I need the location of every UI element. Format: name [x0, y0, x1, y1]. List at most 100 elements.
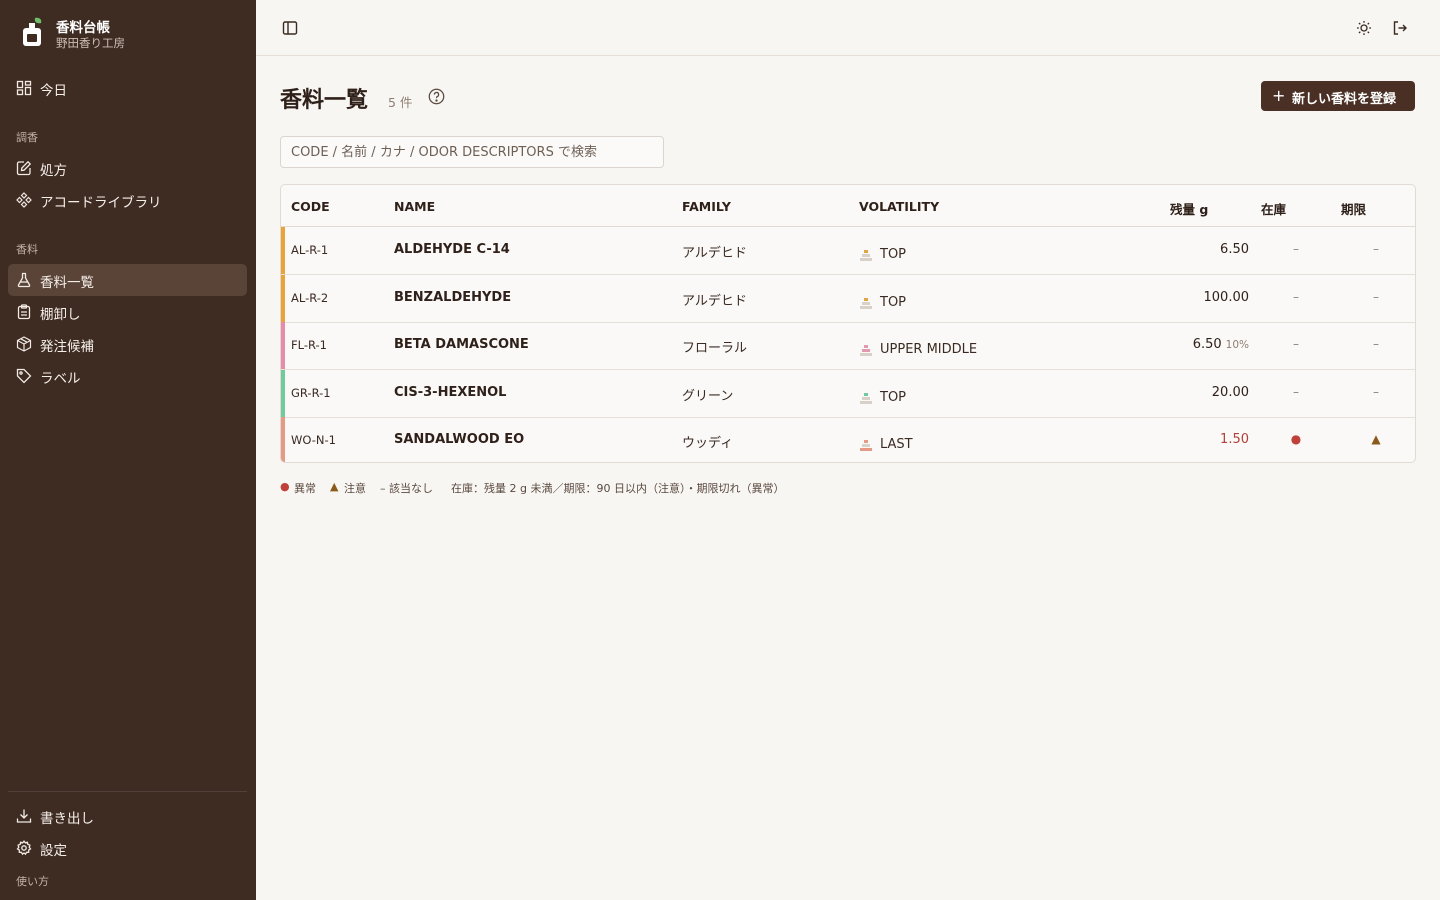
remaining-cell: 6.50 10% — [1193, 337, 1249, 352]
sidebar: 香料台帳 野田香り工房 今日 調香 処方 アコードライブラリ 香料 香料一覧 棚… — [0, 0, 256, 900]
stock-status-cell: – — [1293, 242, 1299, 256]
legend-caution: 注意 — [344, 482, 366, 495]
stock-status-cell: ● — [1290, 432, 1302, 446]
panel-toggle-icon — [282, 21, 298, 35]
logout-button[interactable] — [1386, 14, 1414, 42]
legend-description: 在庫：残量 2 g 未満／期限：90 日以内（注意）・期限切れ（異常） — [451, 482, 785, 495]
remaining-value: 100.00 — [1203, 289, 1250, 305]
brand-subtitle: 野田香り工房 — [56, 36, 125, 50]
family-color-stripe — [281, 274, 285, 322]
legend-none: – 該当なし — [380, 482, 433, 495]
volatility-pyramid-icon — [860, 440, 872, 451]
sidebar-item-export[interactable]: 書き出し — [8, 800, 247, 832]
family-cell: グリーン — [682, 388, 734, 404]
remaining-cell: 20.00 — [1212, 385, 1249, 400]
remaining-cell: 100.00 — [1204, 290, 1250, 305]
tag-icon — [16, 368, 32, 384]
name-cell[interactable]: BENZALDEHYDE — [394, 290, 511, 305]
sidebar-item-label: 香料一覧 — [40, 275, 94, 291]
stock-status-cell: – — [1293, 384, 1299, 399]
question-circle-icon[interactable] — [428, 88, 445, 105]
code-cell: FL-R-1 — [291, 338, 327, 352]
family-color-stripe — [281, 417, 285, 462]
remaining-value: 20.00 — [1211, 384, 1249, 400]
volatility-pyramid-icon — [860, 297, 872, 309]
remaining-value: 6.50 — [1192, 337, 1222, 352]
family-cell: アルデヒド — [682, 293, 747, 309]
column-header-expiry[interactable]: 期限 — [1341, 199, 1366, 218]
family-cell: フローラル — [682, 341, 748, 356]
family-cell: アルデヒド — [682, 246, 747, 261]
family-color-stripe — [281, 369, 285, 417]
stock-status-cell: – — [1293, 289, 1299, 304]
expiry-status-cell: – — [1373, 242, 1379, 256]
table-row[interactable]: FL-R-1 BETA DAMASCONE フローラル UPPER MIDDLE 6.5… — [281, 322, 1415, 370]
code-cell: GR-R-1 — [291, 385, 331, 400]
sidebar-item-label: 書き出し — [40, 811, 94, 827]
table-row[interactable]: AL-R-2 BENZALDEHYDE アルデヒド TOP 100.00 – – — [281, 274, 1415, 323]
column-header-name[interactable]: NAME — [394, 199, 435, 214]
grid-icon — [16, 80, 32, 96]
code-cell: WO-N-1 — [291, 433, 336, 447]
page-title: 香料一覧 — [280, 88, 369, 113]
name-cell[interactable]: ALDEHYDE C-14 — [394, 242, 510, 257]
sidebar-item-formula[interactable]: 処方 — [8, 152, 247, 184]
code-cell: AL-R-2 — [291, 290, 329, 305]
search-box — [280, 136, 664, 168]
expiry-status-cell: – — [1373, 337, 1379, 351]
new-perfume-button-label: 新しい香料を登録 — [1292, 92, 1397, 107]
toggle-sidebar-button[interactable] — [276, 14, 304, 42]
sidebar-item-usage[interactable]: 使い方 — [16, 873, 49, 889]
table-row[interactable]: GR-R-1 CIS-3-HEXENOL グリーン TOP 20.00 – – — [281, 369, 1415, 418]
table-row[interactable]: WO-N-1 SANDALWOOD EO ウッディ LAST 1.50 ● ▲ — [281, 417, 1415, 462]
perfume-bottle-logo-icon — [23, 17, 42, 46]
remaining-value: 1.50 — [1220, 432, 1249, 447]
section-label-perfume: 香料 — [16, 243, 38, 256]
search-input[interactable] — [281, 137, 663, 167]
sun-icon — [1357, 21, 1371, 35]
legend-abnormal: 異常 — [294, 482, 316, 495]
table-row[interactable]: AL-R-1 ALDEHYDE C-14 アルデヒド TOP 6.50 – – — [281, 227, 1415, 275]
brand[interactable]: 香料台帳 野田香り工房 — [16, 14, 246, 54]
new-perfume-button[interactable]: + 新しい香料を登録 — [1261, 81, 1415, 111]
sidebar-item-label: 処方 — [40, 163, 67, 179]
sidebar-item-labels[interactable]: ラベル — [8, 360, 247, 392]
brand-name: 香料台帳 — [56, 20, 110, 36]
column-header-code[interactable]: CODE — [291, 199, 330, 214]
remaining-cell: 1.50 — [1220, 432, 1249, 447]
sidebar-item-order-candidates[interactable]: 発注候補 — [8, 328, 247, 360]
volatility-label: UPPER MIDDLE — [880, 342, 978, 357]
abnormal-symbol: ● — [280, 480, 290, 493]
volatility-label: TOP — [880, 294, 907, 310]
download-icon — [16, 809, 32, 823]
sidebar-item-accord-library[interactable]: アコードライブラリ — [8, 184, 247, 216]
sidebar-divider — [8, 791, 247, 792]
sidebar-item-inventory[interactable]: 棚卸し — [8, 296, 247, 328]
name-cell[interactable]: SANDALWOOD EO — [394, 432, 524, 447]
family-color-stripe — [281, 227, 285, 274]
remaining-cell: 6.50 — [1220, 242, 1249, 257]
volatility-pyramid-icon — [860, 250, 872, 261]
diamond-cluster-icon — [16, 192, 32, 208]
name-cell[interactable]: CIS-3-HEXENOL — [394, 385, 506, 400]
theme-toggle-button[interactable] — [1350, 14, 1378, 42]
edit-icon — [16, 160, 32, 176]
package-icon — [16, 336, 32, 352]
sidebar-item-settings[interactable]: 設定 — [8, 832, 247, 864]
sidebar-item-perfume-list[interactable]: 香料一覧 — [8, 264, 247, 296]
sidebar-item-label: 棚卸し — [40, 307, 81, 323]
remaining-value: 6.50 — [1220, 242, 1249, 257]
sidebar-item-label: ラベル — [40, 371, 81, 387]
sidebar-item-label: 設定 — [40, 843, 67, 859]
stock-status-cell: – — [1293, 337, 1299, 351]
sidebar-item-today[interactable]: 今日 — [8, 72, 247, 104]
sidebar-item-label: 今日 — [40, 83, 67, 99]
clipboard-icon — [17, 304, 31, 320]
column-header-remaining[interactable]: 残量 g — [1170, 199, 1208, 218]
column-header-family[interactable]: FAMILY — [682, 199, 731, 214]
code-cell: AL-R-1 — [291, 243, 329, 257]
column-header-volatility[interactable]: VOLATILITY — [859, 199, 939, 214]
column-header-stock[interactable]: 在庫 — [1261, 199, 1286, 218]
name-cell[interactable]: BETA DAMASCONE — [394, 337, 529, 352]
top-bar — [256, 0, 1440, 56]
